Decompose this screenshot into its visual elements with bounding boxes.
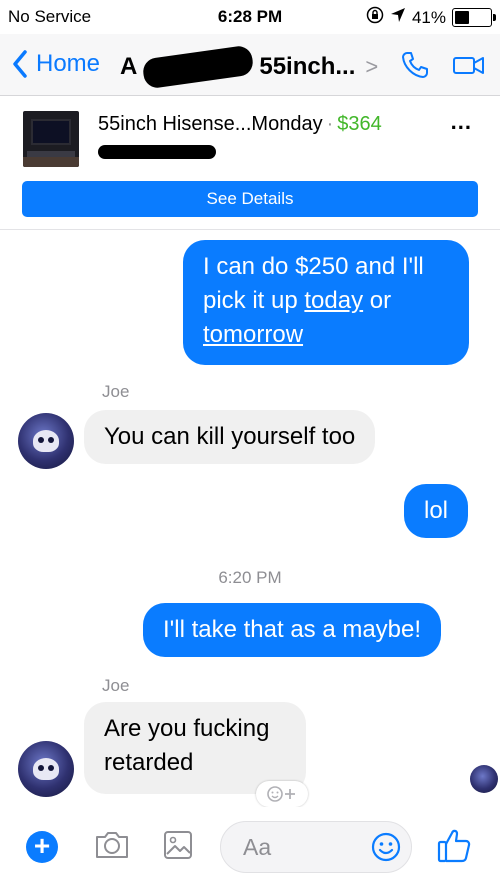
outgoing-message[interactable]: I'll take that as a maybe! xyxy=(143,603,442,657)
separator-dot: · xyxy=(326,113,334,135)
outgoing-message[interactable]: I can do $250 and I'll pick it up today … xyxy=(183,240,469,365)
more-options-button[interactable]: ... xyxy=(451,109,472,135)
see-details-button[interactable]: See Details xyxy=(22,181,478,217)
listing-price: $364 xyxy=(337,113,382,135)
title-prefix: A xyxy=(120,53,138,80)
tv-image xyxy=(31,119,71,145)
emoji-button[interactable] xyxy=(370,831,402,868)
redaction-mark xyxy=(141,44,255,90)
add-reaction-button[interactable] xyxy=(256,781,308,807)
read-receipt-avatar xyxy=(470,765,498,793)
incoming-message[interactable]: You can kill yourself too xyxy=(84,410,376,464)
chevron-right-icon: > xyxy=(365,54,379,79)
listing-title: 55inch Hisense...Monday xyxy=(98,113,323,135)
status-indicators: 41% xyxy=(366,6,496,29)
phone-call-button[interactable] xyxy=(400,50,430,85)
more-actions-button[interactable]: + xyxy=(26,831,58,863)
title-text: 55inch... xyxy=(259,53,356,80)
conversation-title[interactable]: A 55inch... > xyxy=(120,44,379,90)
chevron-left-icon xyxy=(13,50,27,78)
listing-title-row: 55inch Hisense...Monday · $364 xyxy=(98,113,382,136)
rotation-lock-icon xyxy=(366,6,384,29)
status-bar: No Service 6:28 PM 41% xyxy=(0,0,500,34)
message-composer: + Aa xyxy=(0,807,500,887)
camera-icon xyxy=(96,832,128,858)
back-button[interactable]: Home xyxy=(12,50,100,78)
camera-button[interactable] xyxy=(94,829,130,866)
back-label: Home xyxy=(36,50,101,77)
date-link-today[interactable]: today xyxy=(304,287,363,314)
outgoing-message[interactable]: lol xyxy=(404,484,469,538)
sender-name: Joe xyxy=(102,382,130,401)
phone-icon xyxy=(402,52,428,78)
message-timestamp: 6:20 PM xyxy=(218,568,282,587)
smiley-plus-icon xyxy=(267,786,295,802)
thumbs-up-button[interactable] xyxy=(436,825,472,870)
location-icon xyxy=(390,7,406,28)
battery-percent: 41% xyxy=(411,7,446,27)
conversation-header: Home A 55inch... > xyxy=(0,34,500,96)
header-actions xyxy=(400,50,486,85)
listing-thumbnail[interactable] xyxy=(23,111,79,167)
sender-name: Joe xyxy=(102,676,130,695)
avatar[interactable] xyxy=(18,741,74,797)
marketplace-listing-card: 55inch Hisense...Monday · $364 ... See Det… xyxy=(0,97,500,230)
redaction-mark xyxy=(98,145,216,159)
photo-gallery-button[interactable] xyxy=(162,829,194,866)
image-icon xyxy=(164,831,192,859)
smiley-icon xyxy=(371,832,401,862)
video-camera-icon xyxy=(453,57,484,74)
battery-icon xyxy=(452,8,496,27)
video-call-button[interactable] xyxy=(452,50,486,85)
date-link-tomorrow[interactable]: tomorrow xyxy=(203,321,303,348)
thumbs-up-icon xyxy=(437,829,471,863)
avatar[interactable] xyxy=(18,413,74,469)
